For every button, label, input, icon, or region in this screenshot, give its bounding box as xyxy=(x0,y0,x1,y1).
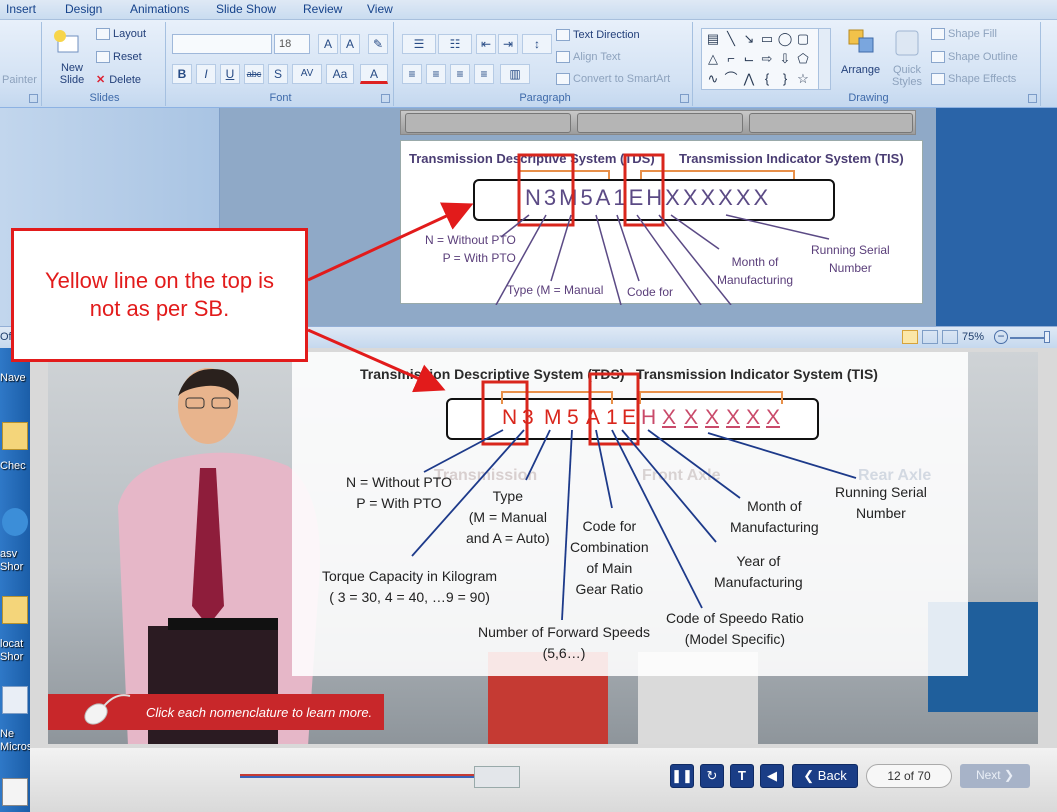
callout-arrows xyxy=(307,202,474,393)
review-callout: Yellow line on the top is not as per SB. xyxy=(11,228,308,362)
callout-text: Yellow line on the top is not as per SB. xyxy=(44,268,275,321)
